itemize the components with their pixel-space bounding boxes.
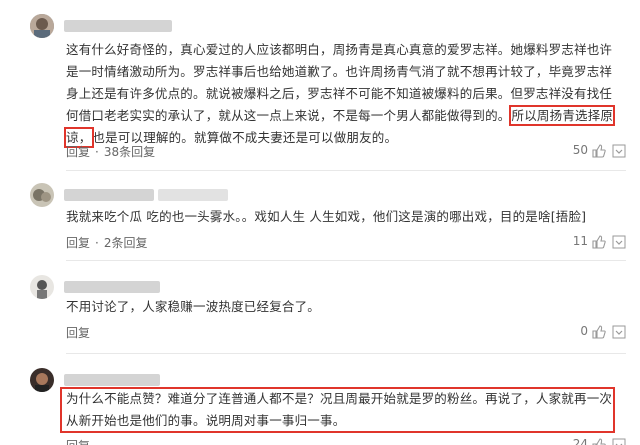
more-icon[interactable] [612, 144, 626, 158]
like-count: 24 [572, 437, 588, 445]
username-blurred[interactable] [64, 374, 160, 386]
comment-actions: 回复 [66, 324, 90, 341]
thumbs-up-icon[interactable] [592, 144, 606, 158]
divider [66, 353, 626, 354]
comment-actions: 回复 · 38条回复 [66, 145, 156, 159]
comment-actions: 回复 · 2条回复 [66, 236, 148, 250]
comment-text: 我就来吃个瓜 吃的也一头雾水。。戏如人生 人生如戏，他们这是演的哪出戏，目的是啥… [66, 209, 587, 224]
avatar[interactable] [30, 183, 54, 207]
comment-text: 这有什么好奇怪的，真心爱过的人应该都明白，周扬青是真心真意的爱罗志祥。她爆料罗志… [63, 42, 616, 148]
comment-text: 不用讨论了，人家稳赚一波热度已经复合了。 [66, 299, 321, 314]
username-blurred [158, 189, 228, 201]
thumbs-up-icon[interactable] [592, 235, 606, 249]
more-icon[interactable] [612, 325, 626, 339]
like-count: 50 [572, 143, 588, 157]
divider [66, 260, 626, 261]
avatar[interactable] [30, 368, 54, 392]
like-count: 11 [572, 234, 588, 248]
divider [66, 170, 626, 171]
reply-button[interactable]: 回复 [66, 236, 90, 250]
username-blurred[interactable] [64, 189, 154, 201]
thumbs-up-icon[interactable] [592, 325, 606, 339]
avatar[interactable] [30, 14, 54, 38]
more-icon[interactable] [612, 235, 626, 249]
username-blurred[interactable] [64, 20, 172, 32]
like-count: 0 [580, 324, 588, 338]
reply-button[interactable]: 回复 [66, 145, 90, 159]
reply-button[interactable]: 回复 [66, 326, 90, 340]
replies-link[interactable]: 2条回复 [104, 236, 148, 250]
username-blurred[interactable] [64, 281, 160, 293]
comment-actions: 回复 [66, 437, 90, 445]
reply-button[interactable]: 回复 [66, 439, 90, 445]
comment-text: 为什么不能点赞？难道分了连普通人都不是？况且周最开始就是罗的粉丝。再说了，人家就… [66, 391, 613, 428]
replies-link[interactable]: 38条回复 [104, 145, 155, 159]
avatar[interactable] [30, 275, 54, 299]
more-icon[interactable] [612, 438, 626, 445]
thumbs-up-icon[interactable] [592, 438, 606, 445]
